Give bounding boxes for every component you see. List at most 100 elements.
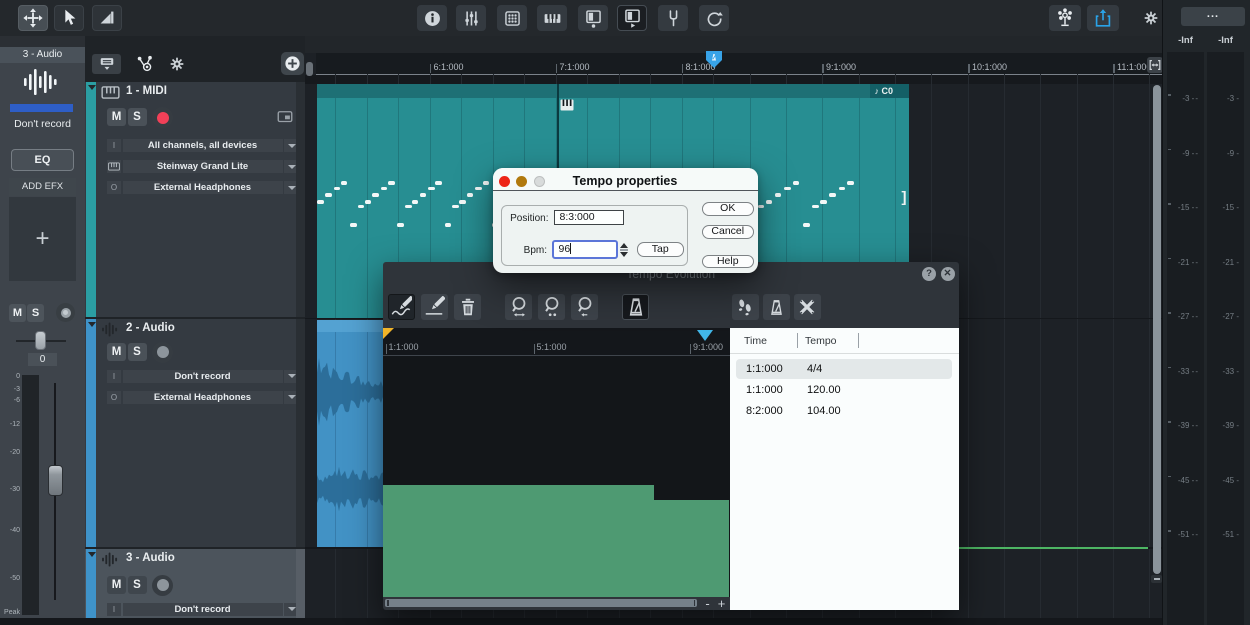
midi-note[interactable] [372, 193, 379, 197]
tempo-table-row[interactable]: 1:1:000 120.00 [736, 380, 952, 400]
midi-clip-header[interactable] [317, 84, 909, 99]
midi-note[interactable] [358, 205, 365, 209]
midi-note[interactable] [459, 200, 466, 204]
tempo-position-marker[interactable] [697, 330, 713, 341]
midi-note[interactable] [793, 181, 800, 185]
track-color-strip[interactable] [86, 549, 96, 625]
sync-loop-button[interactable] [699, 5, 729, 31]
midi-note[interactable] [405, 205, 412, 209]
master-mute-button[interactable]: M [9, 304, 26, 322]
tempo-graph[interactable] [383, 356, 730, 597]
midi-note[interactable] [820, 200, 827, 204]
master-record-mode-label[interactable]: Don't record [0, 118, 85, 130]
add-track-button[interactable] [281, 52, 304, 75]
pan-slider-handle[interactable] [35, 331, 46, 350]
zoom-out-button[interactable]: - [702, 597, 713, 610]
pad-grid-button[interactable] [497, 5, 527, 31]
track-solo-button[interactable]: S [128, 108, 147, 126]
draw-line-button[interactable] [421, 294, 448, 320]
help-icon[interactable]: ? [922, 267, 936, 281]
dropdown-value[interactable]: All channels, all devices [123, 139, 283, 152]
midi-note[interactable] [435, 181, 442, 185]
midi-note[interactable] [847, 181, 854, 185]
track-record-button[interactable] [152, 107, 173, 128]
track-collapse-triangle[interactable] [88, 322, 96, 327]
midi-note[interactable] [317, 200, 324, 204]
dropdown-value[interactable]: External Headphones [123, 181, 283, 194]
collapse-tracks-button[interactable] [92, 54, 121, 74]
fit-timeline-icon[interactable] [1147, 57, 1163, 73]
track-record-button[interactable] [152, 342, 173, 363]
tempo-envelope-line[interactable] [958, 547, 1148, 549]
share-button[interactable] [1087, 5, 1119, 31]
midi-note[interactable] [365, 200, 372, 204]
info-button[interactable] [417, 5, 447, 31]
select-tool-button[interactable] [54, 5, 84, 31]
tempo-table-row[interactable]: 1:1:000 4/4 [736, 359, 952, 379]
vertical-scrollbar[interactable] [1153, 85, 1162, 574]
pan-value[interactable]: 0 [28, 353, 57, 366]
window-play-button[interactable] [617, 5, 647, 31]
midi-note[interactable] [341, 181, 348, 185]
track-mute-button[interactable]: M [107, 108, 126, 126]
track-dropdown[interactable]: O External Headphones [107, 181, 299, 194]
help-button[interactable]: Help [702, 255, 755, 269]
midi-note[interactable] [839, 187, 846, 191]
scroll-corner-piece[interactable] [306, 62, 313, 76]
track-mute-button[interactable]: M [107, 576, 126, 594]
cancel-button[interactable]: Cancel [702, 225, 755, 239]
zoom-points-button[interactable] [538, 294, 565, 320]
track-row-3-audio[interactable]: 3 - Audio M S I Don't record [85, 549, 305, 625]
scrollbar-minus-button[interactable] [1151, 575, 1162, 583]
add-effect-button[interactable]: + [9, 197, 76, 281]
close-icon[interactable]: ✕ [941, 267, 955, 281]
tempo-curve-segment[interactable] [654, 500, 729, 597]
routing-icon[interactable] [135, 54, 155, 74]
zoom-back-button[interactable] [571, 294, 598, 320]
zoom-in-button[interactable]: + [716, 597, 727, 610]
clip-end-handle[interactable]: ] [902, 189, 907, 206]
level-bar[interactable] [10, 104, 73, 112]
draw-curve-button[interactable] [388, 294, 415, 320]
track-dropdown[interactable]: I Don't record [107, 603, 299, 616]
midi-note[interactable] [381, 187, 388, 191]
plugin-tree-button[interactable] [1049, 5, 1081, 31]
tempo-graph-ruler[interactable]: 1:1:000 5:1:000 9:1:000 [383, 328, 730, 356]
midi-note[interactable] [812, 205, 819, 209]
master-solo-button[interactable]: S [27, 304, 44, 322]
midi-note[interactable] [412, 200, 419, 204]
piano-keyboard-button[interactable] [537, 5, 567, 31]
mixer-button[interactable] [456, 5, 486, 31]
track-dropdown[interactable]: Steinway Grand Lite [107, 160, 299, 173]
midi-note[interactable] [766, 200, 773, 204]
midi-note[interactable] [775, 193, 782, 197]
tempo-curve-segment[interactable] [383, 485, 654, 598]
tempo-graph-scrollbar[interactable] [385, 599, 697, 607]
midi-note[interactable] [397, 223, 404, 227]
delete-trash-button[interactable] [454, 294, 481, 320]
track-name[interactable]: 1 - MIDI [126, 85, 167, 97]
cross-tool-button[interactable] [794, 294, 821, 320]
track-dropdown[interactable]: I All channels, all devices [107, 139, 299, 152]
dropdown-value[interactable]: Steinway Grand Lite [123, 160, 283, 173]
midi-note[interactable] [452, 205, 459, 209]
position-input[interactable]: 8:3:000 [554, 210, 625, 225]
tap-button[interactable]: Tap [637, 242, 684, 258]
tuning-fork-button[interactable] [658, 5, 688, 31]
track-dropdown[interactable]: I Don't record [107, 370, 299, 383]
track-color-strip[interactable] [86, 82, 96, 317]
tempo-change-marker[interactable] [706, 51, 722, 68]
move-tool-button[interactable] [18, 5, 48, 31]
midi-note[interactable] [784, 187, 791, 191]
midi-note[interactable] [334, 187, 341, 191]
track-settings-gear-icon[interactable] [169, 56, 185, 72]
fade-tool-button[interactable] [92, 5, 122, 31]
window-meter-button[interactable] [578, 5, 608, 31]
master-track-title[interactable]: 3 - Audio [0, 47, 85, 63]
midi-note[interactable] [325, 193, 332, 197]
column-time[interactable]: Time [744, 335, 767, 347]
dialog-titlebar[interactable]: Tempo properties [493, 168, 758, 191]
track-solo-button[interactable]: S [128, 343, 147, 361]
add-efx-label[interactable]: ADD EFX [9, 178, 76, 196]
metronome-button[interactable] [622, 294, 649, 320]
